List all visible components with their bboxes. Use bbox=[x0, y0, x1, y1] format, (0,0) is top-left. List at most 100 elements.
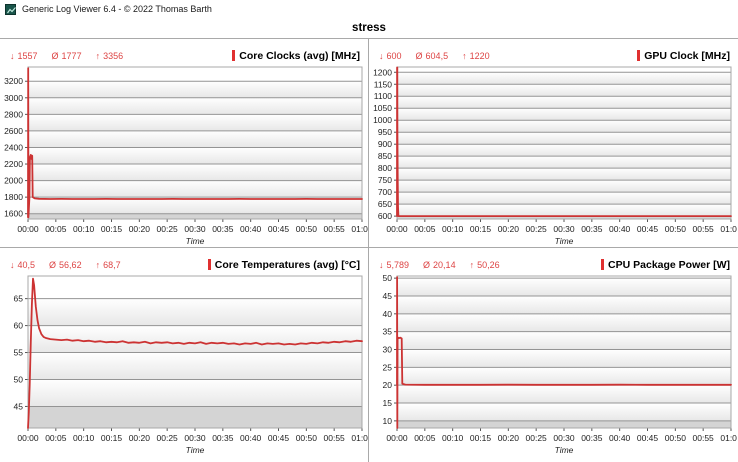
core-clocks-chart[interactable]: 32003000280026002400220020001800160000:0… bbox=[0, 65, 368, 245]
panel-header: ↓600 Ø604,5 ↑1220 GPU Clock [MHz] bbox=[369, 39, 738, 65]
svg-text:650: 650 bbox=[378, 199, 392, 209]
stat-min-value: 40,5 bbox=[18, 260, 36, 270]
panel-cpu-package-power: ↓5,789 Ø20,14 ↑50,26 CPU Package Power [… bbox=[369, 248, 738, 462]
stat-max: ↑50,26 bbox=[470, 260, 500, 270]
svg-text:00:15: 00:15 bbox=[470, 433, 492, 443]
svg-text:00:00: 00:00 bbox=[386, 433, 408, 443]
panel-header: ↓40,5 Ø56,62 ↑68,7 Core Temperatures (av… bbox=[0, 248, 368, 274]
panel-core-temperatures: ↓40,5 Ø56,62 ↑68,7 Core Temperatures (av… bbox=[0, 248, 369, 462]
max-arrow-icon: ↑ bbox=[96, 51, 101, 61]
svg-text:00:55: 00:55 bbox=[693, 433, 715, 443]
svg-text:10: 10 bbox=[383, 416, 393, 426]
app-icon bbox=[5, 4, 16, 15]
series-color-bar bbox=[208, 259, 211, 270]
svg-text:00:25: 00:25 bbox=[526, 433, 548, 443]
stat-min-value: 600 bbox=[387, 51, 402, 61]
svg-text:15: 15 bbox=[383, 398, 393, 408]
svg-text:1100: 1100 bbox=[374, 91, 393, 101]
svg-text:00:50: 00:50 bbox=[296, 224, 318, 234]
svg-text:00:35: 00:35 bbox=[212, 433, 234, 443]
svg-text:00:25: 00:25 bbox=[157, 433, 179, 443]
window-title: Generic Log Viewer 6.4 - © 2022 Thomas B… bbox=[22, 4, 212, 14]
svg-text:950: 950 bbox=[378, 127, 392, 137]
svg-text:00:30: 00:30 bbox=[553, 224, 575, 234]
chart-title-text: GPU Clock [MHz] bbox=[644, 50, 730, 62]
stat-min: ↓1557 bbox=[10, 51, 38, 61]
svg-text:55: 55 bbox=[14, 348, 24, 358]
stat-avg-value: 56,62 bbox=[59, 260, 82, 270]
svg-text:00:45: 00:45 bbox=[637, 224, 659, 234]
svg-text:1600: 1600 bbox=[4, 209, 23, 219]
svg-text:1800: 1800 bbox=[4, 192, 23, 202]
chart-title-text: Core Temperatures (avg) [°C] bbox=[215, 259, 360, 271]
panel-header: ↓1557 Ø1777 ↑3356 Core Clocks (avg) [MHz… bbox=[0, 39, 368, 65]
title-bar[interactable]: Generic Log Viewer 6.4 - © 2022 Thomas B… bbox=[0, 0, 738, 18]
svg-text:50: 50 bbox=[383, 274, 393, 283]
stat-avg-value: 604,5 bbox=[426, 51, 449, 61]
svg-text:01:00: 01:00 bbox=[351, 433, 368, 443]
svg-text:00:20: 00:20 bbox=[498, 224, 520, 234]
svg-text:00:40: 00:40 bbox=[609, 433, 631, 443]
heading-row: stress bbox=[0, 18, 738, 38]
stat-min: ↓40,5 bbox=[10, 260, 35, 270]
series-color-bar bbox=[232, 50, 235, 61]
avg-icon: Ø bbox=[49, 260, 56, 270]
svg-text:20: 20 bbox=[383, 380, 393, 390]
svg-text:00:30: 00:30 bbox=[553, 433, 575, 443]
svg-text:00:45: 00:45 bbox=[268, 224, 290, 234]
chart-grid: ↓1557 Ø1777 ↑3356 Core Clocks (avg) [MHz… bbox=[0, 38, 738, 462]
stat-max: ↑3356 bbox=[96, 51, 124, 61]
avg-icon: Ø bbox=[52, 51, 59, 61]
svg-text:00:35: 00:35 bbox=[581, 433, 603, 443]
svg-text:850: 850 bbox=[378, 151, 392, 161]
svg-text:00:10: 00:10 bbox=[442, 224, 464, 234]
svg-text:3200: 3200 bbox=[4, 76, 23, 86]
svg-text:00:25: 00:25 bbox=[157, 224, 179, 234]
cpu-package-power-chart[interactable]: 50454035302520151000:0000:0500:1000:1500… bbox=[369, 274, 737, 460]
panel-header: ↓5,789 Ø20,14 ↑50,26 CPU Package Power [… bbox=[369, 248, 738, 274]
svg-text:00:50: 00:50 bbox=[665, 224, 687, 234]
core-temperatures-chart[interactable]: 656055504500:0000:0500:1000:1500:2000:25… bbox=[0, 274, 368, 460]
svg-text:1000: 1000 bbox=[373, 115, 392, 125]
stat-avg: Ø56,62 bbox=[49, 260, 82, 270]
svg-text:00:05: 00:05 bbox=[414, 433, 436, 443]
stat-max: ↑68,7 bbox=[96, 260, 121, 270]
chart-title: Core Temperatures (avg) [°C] bbox=[208, 259, 360, 271]
svg-text:00:05: 00:05 bbox=[45, 433, 67, 443]
svg-text:00:10: 00:10 bbox=[73, 224, 95, 234]
panel-core-clocks: ↓1557 Ø1777 ↑3356 Core Clocks (avg) [MHz… bbox=[0, 39, 369, 248]
svg-text:00:20: 00:20 bbox=[129, 224, 151, 234]
stat-avg: Ø604,5 bbox=[416, 51, 449, 61]
chart-title-text: CPU Package Power [W] bbox=[608, 259, 730, 271]
svg-text:00:55: 00:55 bbox=[324, 433, 346, 443]
svg-text:00:25: 00:25 bbox=[526, 224, 548, 234]
svg-text:30: 30 bbox=[383, 345, 393, 355]
svg-text:01:00: 01:00 bbox=[720, 224, 737, 234]
max-arrow-icon: ↑ bbox=[470, 260, 475, 270]
svg-text:700: 700 bbox=[378, 187, 392, 197]
min-arrow-icon: ↓ bbox=[379, 260, 384, 270]
stats-row: ↓1557 Ø1777 ↑3356 bbox=[10, 51, 123, 61]
svg-text:00:45: 00:45 bbox=[637, 433, 659, 443]
svg-text:1150: 1150 bbox=[374, 79, 393, 89]
chart-title: GPU Clock [MHz] bbox=[637, 50, 730, 62]
min-arrow-icon: ↓ bbox=[379, 51, 384, 61]
chart-title: CPU Package Power [W] bbox=[601, 259, 730, 271]
gpu-clock-chart[interactable]: 1200115011001050100095090085080075070065… bbox=[369, 65, 737, 245]
svg-text:00:30: 00:30 bbox=[184, 433, 206, 443]
stat-max: ↑1220 bbox=[462, 51, 490, 61]
svg-text:600: 600 bbox=[378, 211, 392, 221]
stats-row: ↓5,789 Ø20,14 ↑50,26 bbox=[379, 260, 500, 270]
svg-text:Time: Time bbox=[186, 236, 205, 245]
svg-text:2200: 2200 bbox=[4, 159, 23, 169]
svg-text:00:20: 00:20 bbox=[498, 433, 520, 443]
stats-row: ↓600 Ø604,5 ↑1220 bbox=[379, 51, 490, 61]
chart-title: Core Clocks (avg) [MHz] bbox=[232, 50, 360, 62]
series-color-bar bbox=[637, 50, 640, 61]
svg-text:00:40: 00:40 bbox=[240, 224, 262, 234]
svg-text:00:00: 00:00 bbox=[17, 224, 39, 234]
svg-text:35: 35 bbox=[383, 327, 393, 337]
svg-text:00:35: 00:35 bbox=[581, 224, 603, 234]
svg-text:1200: 1200 bbox=[373, 67, 392, 77]
svg-text:900: 900 bbox=[378, 139, 392, 149]
